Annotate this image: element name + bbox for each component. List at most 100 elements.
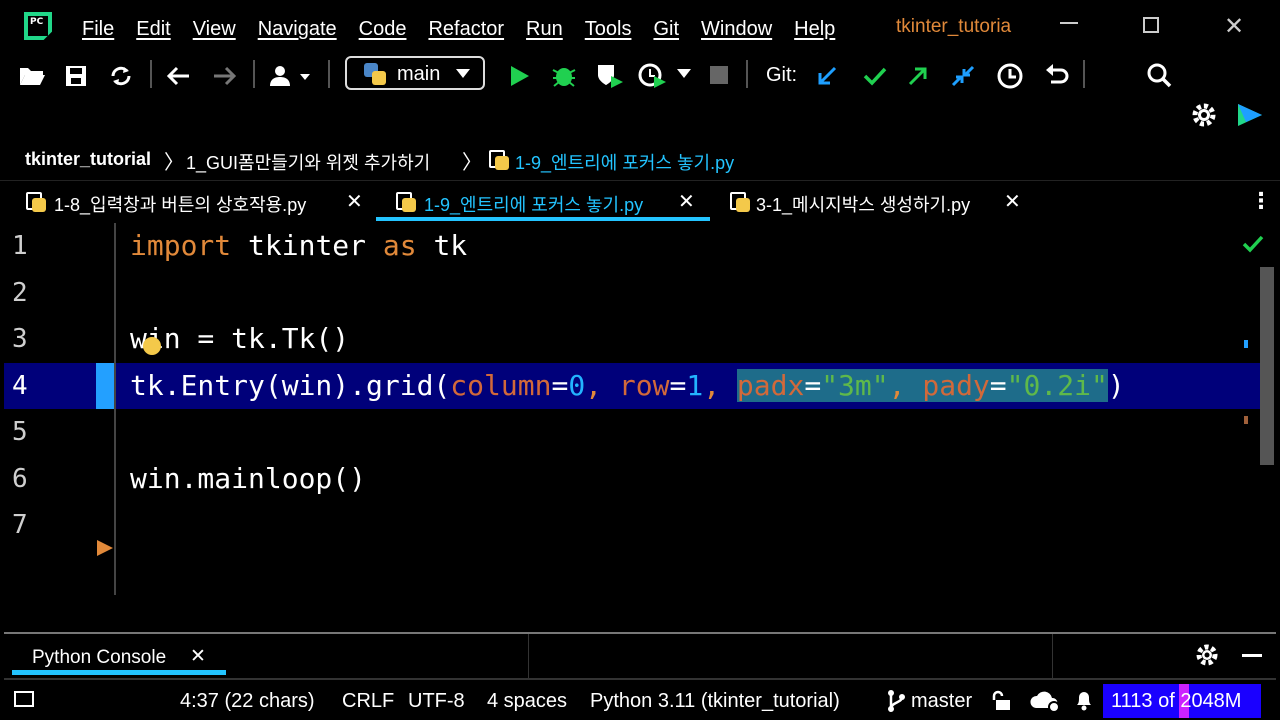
menu-tools[interactable]: Tools bbox=[585, 18, 632, 41]
selected-text: padx="3m", pady="0.2i" bbox=[736, 369, 1108, 402]
indent-setting[interactable]: 4 spaces bbox=[487, 690, 567, 713]
ide-window: PC File Edit View Navigate Code Refactor… bbox=[0, 0, 1280, 720]
run-line-marker-icon[interactable] bbox=[96, 539, 114, 557]
code-line-6: win.mainloop() bbox=[130, 462, 367, 495]
close-tab-icon[interactable]: ✕ bbox=[678, 189, 695, 214]
editor-scrollbar[interactable] bbox=[1260, 267, 1274, 465]
run-icon[interactable] bbox=[508, 64, 530, 88]
back-arrow-icon[interactable] bbox=[165, 64, 193, 88]
python-file-icon bbox=[487, 148, 509, 170]
open-folder-icon[interactable] bbox=[18, 64, 46, 88]
git-branch[interactable]: master bbox=[911, 690, 972, 713]
notifications-bell-icon[interactable] bbox=[1073, 688, 1095, 712]
tab-label: 1-8_입력창과 버튼의 상호작용.py bbox=[54, 195, 307, 215]
close-tab-icon[interactable]: ✕ bbox=[346, 189, 363, 214]
tab-label: 3-1_메시지박스 생성하기.py bbox=[756, 195, 971, 215]
operator: = bbox=[551, 369, 569, 402]
tab-file-3-1[interactable]: 3-1_메시지박스 생성하기.py ✕ bbox=[726, 181, 1036, 221]
code-text: tk.Entry(win).grid( bbox=[130, 369, 451, 402]
menu-run[interactable]: Run bbox=[526, 18, 563, 41]
active-console-indicator bbox=[12, 670, 226, 675]
caret-position[interactable]: 4:37 (22 chars) bbox=[180, 690, 315, 713]
profile-icon[interactable] bbox=[638, 62, 668, 90]
intention-bulb-icon[interactable] bbox=[143, 337, 161, 355]
memory-indicator[interactable]: 1113 of 2048M bbox=[1103, 684, 1261, 718]
history-icon[interactable] bbox=[996, 62, 1024, 90]
project-title: tkinter_tutoria bbox=[896, 16, 1012, 37]
number: 1 bbox=[686, 369, 704, 402]
toggle-tool-windows-icon[interactable] bbox=[14, 691, 34, 707]
python-interpreter[interactable]: Python 3.11 (tkinter_tutorial) bbox=[590, 690, 840, 713]
operator: = bbox=[804, 369, 822, 402]
more-tabs-icon[interactable]: ⋮ bbox=[1250, 189, 1272, 214]
menu-refactor[interactable]: Refactor bbox=[428, 18, 504, 41]
operator: = bbox=[989, 369, 1007, 402]
menu-help[interactable]: Help bbox=[794, 18, 835, 41]
close-console-icon[interactable]: ✕ bbox=[190, 645, 206, 667]
line-number: 7 bbox=[12, 510, 28, 540]
main-menu: File Edit View Navigate Code Refactor Ru… bbox=[82, 18, 857, 41]
menu-window[interactable]: Window bbox=[701, 18, 772, 41]
tab-file-1-8[interactable]: 1-8_입력창과 버튼의 상호작용.py ✕ bbox=[20, 181, 374, 221]
breadcrumb-folder[interactable]: 1_GUI폼만들기와 위젯 추가하기 bbox=[186, 149, 430, 175]
param-name: row bbox=[618, 369, 670, 402]
sync-icon[interactable] bbox=[108, 64, 134, 88]
active-tab-indicator bbox=[376, 217, 710, 221]
menu-navigate[interactable]: Navigate bbox=[258, 18, 337, 41]
breadcrumb-project[interactable]: tkinter_tutorial bbox=[25, 149, 151, 170]
console-settings-gear-icon[interactable] bbox=[1195, 643, 1219, 667]
close-window-icon[interactable]: ✕ bbox=[1224, 12, 1244, 40]
status-bar: 4:37 (22 chars) CRLF UTF-8 4 spaces Pyth… bbox=[0, 682, 1280, 720]
more-run-chevron-icon[interactable] bbox=[676, 68, 692, 80]
breadcrumb-separator-icon: 〉 bbox=[164, 152, 184, 174]
git-commit-icon[interactable] bbox=[862, 64, 888, 88]
user-menu-icon[interactable] bbox=[268, 64, 316, 88]
panel-divider bbox=[1052, 634, 1053, 678]
menu-view[interactable]: View bbox=[193, 18, 236, 41]
menu-file[interactable]: File bbox=[82, 18, 114, 41]
rollback-icon[interactable] bbox=[1043, 62, 1071, 90]
forward-arrow-icon[interactable] bbox=[210, 64, 238, 88]
chevron-down-icon bbox=[456, 69, 470, 78]
minimize-icon[interactable] bbox=[1060, 22, 1078, 24]
run-config-selector[interactable]: main bbox=[345, 56, 485, 90]
file-encoding[interactable]: UTF-8 bbox=[408, 690, 465, 713]
maximize-icon[interactable] bbox=[1143, 17, 1159, 33]
no-problems-check-icon[interactable] bbox=[1242, 235, 1264, 253]
search-icon[interactable] bbox=[1146, 62, 1172, 90]
unlock-icon[interactable] bbox=[990, 690, 1012, 712]
hide-panel-icon[interactable] bbox=[1242, 654, 1262, 657]
pycharm-logo-icon: PC bbox=[24, 12, 52, 40]
menu-git[interactable]: Git bbox=[653, 18, 679, 41]
python-icon bbox=[364, 63, 386, 85]
comma: , bbox=[585, 369, 619, 402]
cloud-sync-icon[interactable] bbox=[1030, 688, 1062, 714]
line-separator[interactable]: CRLF bbox=[342, 690, 394, 713]
keyword: import bbox=[130, 229, 232, 262]
menu-edit[interactable]: Edit bbox=[136, 18, 170, 41]
git-merge-icon[interactable] bbox=[950, 64, 976, 88]
menu-code[interactable]: Code bbox=[359, 18, 407, 41]
comma: , bbox=[703, 369, 737, 402]
line-number: 5 bbox=[12, 417, 28, 447]
scroll-marker-warning bbox=[1244, 416, 1248, 424]
close-tab-icon[interactable]: ✕ bbox=[1004, 189, 1021, 214]
tab-file-1-9[interactable]: 1-9_엔트리에 포커스 놓기.py ✕ bbox=[376, 181, 710, 221]
editor-tabs: 1-8_입력창과 버튼의 상호작용.py ✕ 1-9_엔트리에 포커스 놓기.p… bbox=[0, 180, 1280, 223]
breadcrumb-file[interactable]: 1-9_엔트리에 포커스 놓기.py bbox=[515, 149, 734, 175]
line-number: 1 bbox=[12, 231, 28, 261]
save-icon[interactable] bbox=[64, 64, 88, 88]
python-console-tab[interactable]: Python Console bbox=[32, 647, 166, 669]
git-push-icon[interactable] bbox=[906, 64, 930, 88]
toolbar-separator bbox=[746, 60, 748, 88]
debug-icon[interactable] bbox=[551, 62, 577, 88]
toolbar-separator bbox=[328, 60, 330, 88]
code-with-me-icon[interactable] bbox=[1236, 102, 1264, 128]
stop-icon[interactable] bbox=[710, 66, 728, 84]
run-with-coverage-icon[interactable] bbox=[595, 62, 625, 90]
operator: = bbox=[669, 369, 687, 402]
code-editor[interactable]: 1 2 3 4 5 6 7 import tkinter as tk win =… bbox=[4, 223, 1276, 595]
git-update-icon[interactable] bbox=[815, 64, 839, 88]
settings-gear-icon[interactable] bbox=[1191, 102, 1217, 128]
main-toolbar: main Git: bbox=[0, 54, 1280, 138]
